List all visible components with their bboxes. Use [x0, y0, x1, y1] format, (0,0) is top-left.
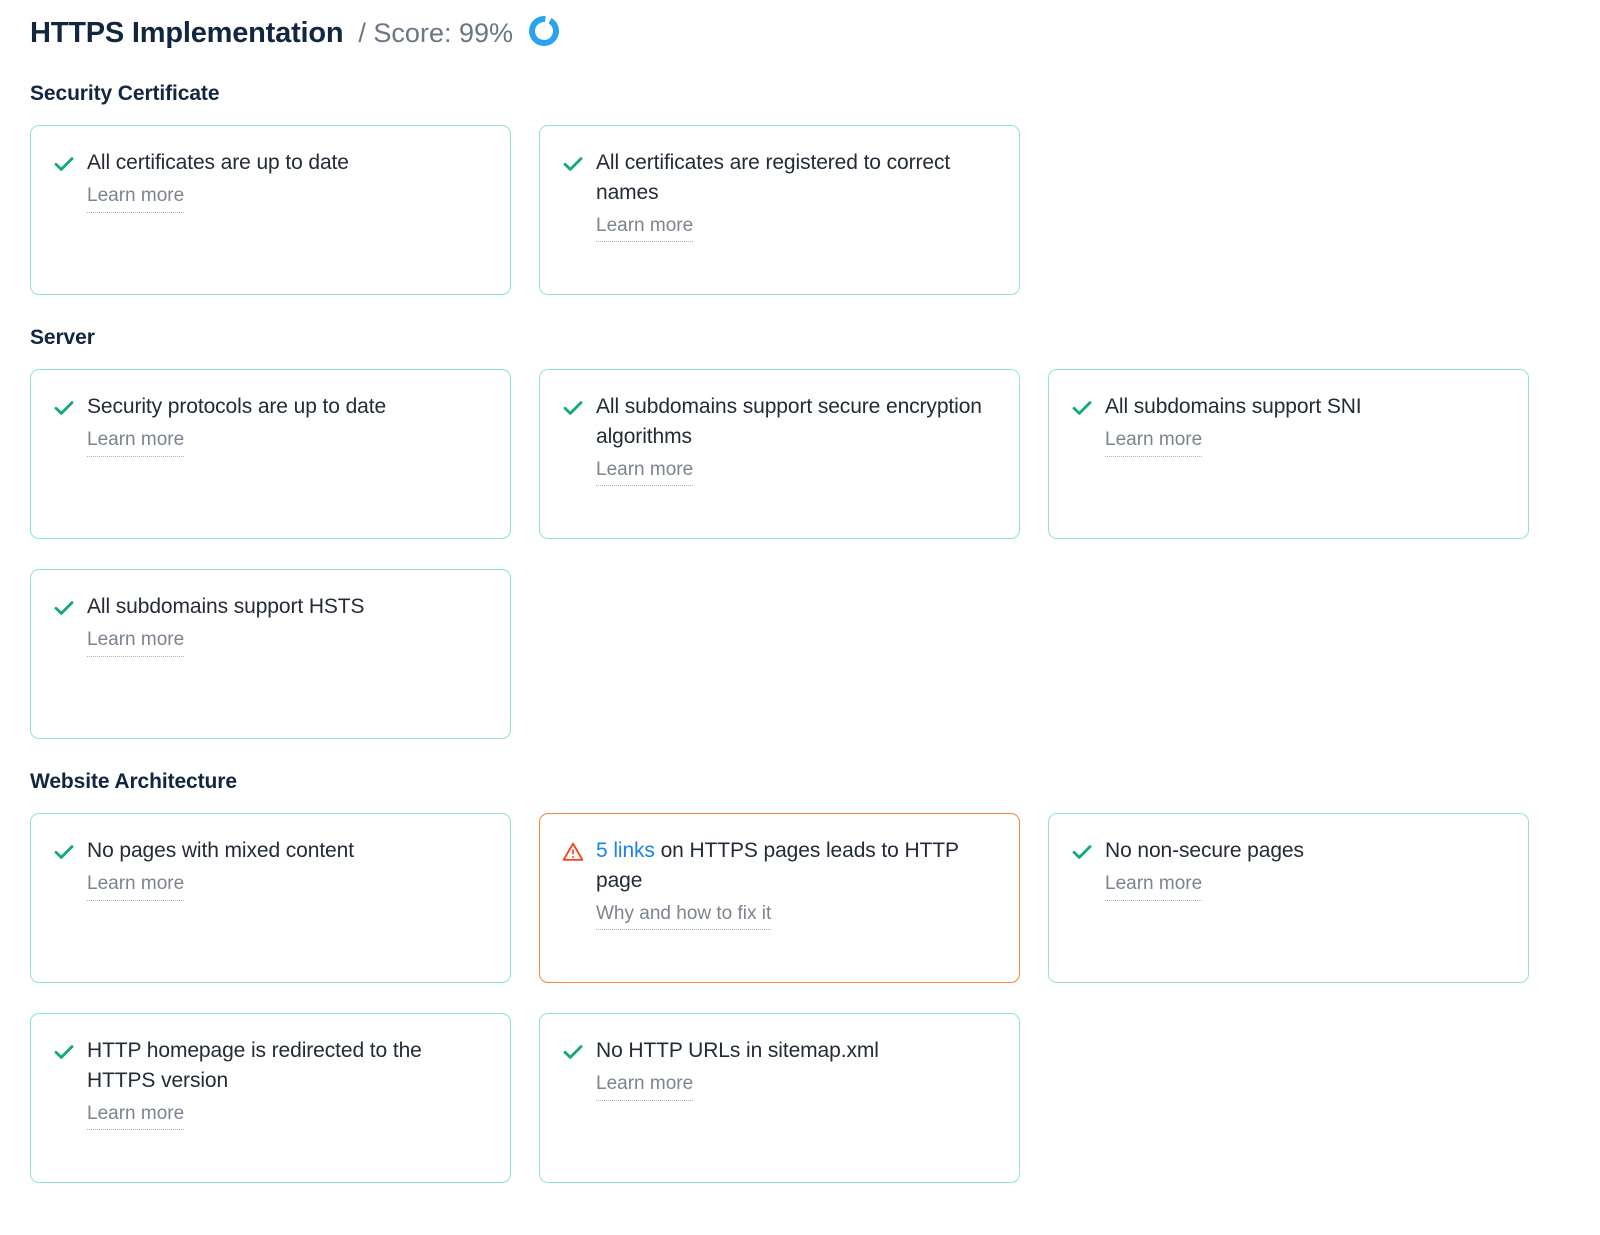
status-card-security-protocols[interactable]: Security protocols are up to date Learn … — [30, 369, 511, 539]
status-card-no-mixed-content[interactable]: No pages with mixed content Learn more — [30, 813, 511, 983]
status-card-subdomains-encryption[interactable]: All subdomains support secure encryption… — [539, 369, 1020, 539]
check-icon — [53, 1041, 75, 1063]
learn-more-link[interactable]: Learn more — [87, 872, 184, 901]
card-head: Security protocols are up to date — [53, 392, 490, 422]
check-icon — [53, 397, 75, 419]
status-card-certificates-correct-names[interactable]: All certificates are registered to corre… — [539, 125, 1020, 295]
card-head: All certificates are registered to corre… — [562, 148, 999, 208]
check-icon — [53, 597, 75, 619]
card-text: No HTTP URLs in sitemap.xml — [596, 1036, 879, 1066]
warning-triangle-icon — [562, 841, 584, 863]
card-text: All subdomains support SNI — [1105, 392, 1362, 422]
learn-more-link[interactable]: Learn more — [87, 1102, 184, 1131]
check-icon — [562, 397, 584, 419]
card-head: HTTP homepage is redirected to the HTTPS… — [53, 1036, 490, 1096]
card-text: HTTP homepage is redirected to the HTTPS… — [87, 1036, 490, 1096]
page-title: HTTPS Implementation — [30, 19, 343, 48]
learn-more-link[interactable]: Learn more — [596, 214, 693, 243]
section-title-website-architecture: Website Architecture — [30, 770, 1600, 794]
card-text: No pages with mixed content — [87, 836, 354, 866]
report-header: HTTPS Implementation / Score: 99% — [0, 0, 1600, 52]
https-implementation-report: HTTPS Implementation / Score: 99% Securi… — [0, 0, 1600, 1235]
card-grid-server: Security protocols are up to date Learn … — [30, 369, 1570, 739]
card-grid-security-certificate: All certificates are up to date Learn mo… — [30, 125, 1570, 295]
card-text: All subdomains support secure encryption… — [596, 392, 999, 452]
status-card-http-homepage-redirect[interactable]: HTTP homepage is redirected to the HTTPS… — [30, 1013, 511, 1183]
status-card-subdomains-hsts[interactable]: All subdomains support HSTS Learn more — [30, 569, 511, 739]
score-ring-icon — [527, 14, 561, 53]
learn-more-link[interactable]: Learn more — [1105, 428, 1202, 457]
status-card-certificates-up-to-date[interactable]: All certificates are up to date Learn mo… — [30, 125, 511, 295]
card-head: No non-secure pages — [1071, 836, 1508, 866]
card-head: 5 links on HTTPS pages leads to HTTP pag… — [562, 836, 999, 896]
links-count-link[interactable]: 5 links — [596, 839, 655, 862]
section-title-security-certificate: Security Certificate — [30, 82, 1600, 106]
why-and-how-to-fix-it-link[interactable]: Why and how to fix it — [596, 902, 771, 931]
card-head: All subdomains support SNI — [1071, 392, 1508, 422]
section-security-certificate: Security Certificate All certificates ar… — [0, 82, 1600, 295]
learn-more-link[interactable]: Learn more — [596, 1072, 693, 1101]
check-icon — [53, 153, 75, 175]
learn-more-link[interactable]: Learn more — [87, 184, 184, 213]
card-head: No HTTP URLs in sitemap.xml — [562, 1036, 999, 1066]
learn-more-link[interactable]: Learn more — [87, 628, 184, 657]
learn-more-link[interactable]: Learn more — [596, 458, 693, 487]
check-icon — [1071, 841, 1093, 863]
card-head: No pages with mixed content — [53, 836, 490, 866]
score-indicator: / Score: 99% — [358, 14, 561, 53]
card-text: All certificates are up to date — [87, 148, 349, 178]
card-head: All certificates are up to date — [53, 148, 490, 178]
status-card-subdomains-sni[interactable]: All subdomains support SNI Learn more — [1048, 369, 1529, 539]
status-card-no-non-secure-pages[interactable]: No non-secure pages Learn more — [1048, 813, 1529, 983]
section-server: Server Security protocols are up to date… — [0, 326, 1600, 739]
status-card-https-links-to-http[interactable]: 5 links on HTTPS pages leads to HTTP pag… — [539, 813, 1020, 983]
check-icon — [1071, 397, 1093, 419]
card-text: 5 links on HTTPS pages leads to HTTP pag… — [596, 836, 999, 896]
card-head: All subdomains support secure encryption… — [562, 392, 999, 452]
card-text: No non-secure pages — [1105, 836, 1304, 866]
check-icon — [562, 153, 584, 175]
learn-more-link[interactable]: Learn more — [87, 428, 184, 457]
check-icon — [562, 1041, 584, 1063]
card-text: All certificates are registered to corre… — [596, 148, 999, 208]
section-title-server: Server — [30, 326, 1600, 350]
learn-more-link[interactable]: Learn more — [1105, 872, 1202, 901]
status-card-no-http-urls-sitemap[interactable]: No HTTP URLs in sitemap.xml Learn more — [539, 1013, 1020, 1183]
card-text: All subdomains support HSTS — [87, 592, 364, 622]
card-text: Security protocols are up to date — [87, 392, 386, 422]
card-grid-website-architecture: No pages with mixed content Learn more 5… — [30, 813, 1570, 1183]
score-label: / Score: 99% — [358, 20, 513, 47]
card-head: All subdomains support HSTS — [53, 592, 490, 622]
check-icon — [53, 841, 75, 863]
section-website-architecture: Website Architecture No pages with mixed… — [0, 770, 1600, 1183]
